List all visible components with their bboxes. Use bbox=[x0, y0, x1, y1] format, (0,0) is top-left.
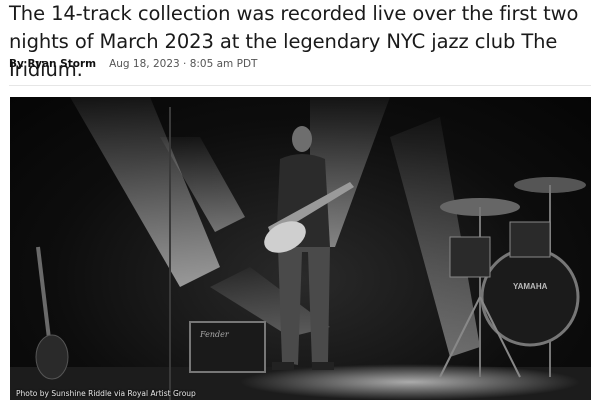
article-photo[interactable]: Fender YAMAHA Photo by Sunshine Riddle v… bbox=[10, 97, 591, 400]
drum-brand-label: YAMAHA bbox=[513, 282, 548, 291]
publish-date: Aug 18, 2023 · 8:05 am PDT bbox=[109, 58, 258, 70]
photo-credit: Photo by Sunshine Riddle via Royal Artis… bbox=[16, 389, 196, 398]
amp-brand-label: Fender bbox=[199, 330, 230, 339]
article-dek: The 14-track collection was recorded liv… bbox=[9, 2, 579, 81]
concert-photo-illustration: Fender YAMAHA bbox=[10, 97, 591, 400]
author-link[interactable]: By Ryan Storm bbox=[9, 58, 96, 70]
divider bbox=[9, 85, 591, 86]
byline: By Ryan Storm Aug 18, 2023 · 8:05 am PDT bbox=[9, 58, 257, 70]
